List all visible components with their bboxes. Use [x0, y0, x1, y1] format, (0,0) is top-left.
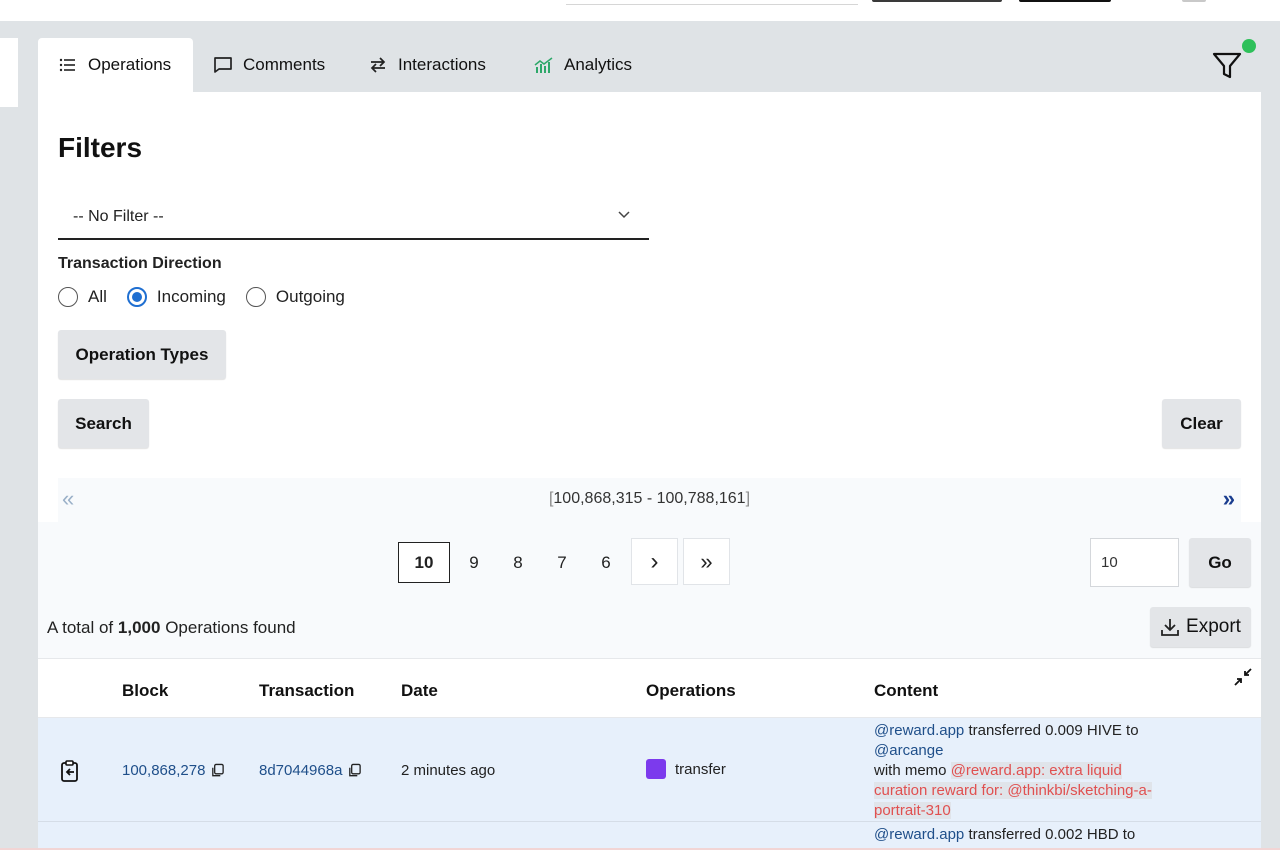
col-header-block: Block: [122, 681, 169, 700]
tab-analytics[interactable]: Analytics: [534, 38, 632, 92]
pagination: 10 9 8 7 6 › » Go: [38, 522, 1261, 592]
filter-active-dot: [1242, 39, 1256, 53]
transaction-cell: 8d7044968a: [259, 762, 362, 779]
account-link[interactable]: @reward.app: [874, 722, 964, 739]
filter-toggle-button[interactable]: [1210, 46, 1244, 82]
range-value: 100,868,315 - 100,788,161: [553, 490, 746, 507]
col-header-content: Content: [874, 681, 939, 700]
block-link[interactable]: 100,868,278: [122, 762, 205, 779]
operations-table-header: Block Transaction Date Operations Conten…: [38, 658, 1261, 718]
table-row: @reward.app transferred 0.002 HBD to: [38, 822, 1261, 850]
filters-title: Filters: [58, 132, 143, 163]
block-range-text: [100,868,315 - 100,788,161]: [58, 490, 1241, 508]
avatar-edge[interactable]: [1182, 0, 1206, 2]
clipboard-arrow-icon[interactable]: [58, 759, 82, 783]
page-button[interactable]: 8: [498, 542, 538, 583]
copy-icon[interactable]: [347, 763, 362, 778]
radio-circle[interactable]: [58, 287, 78, 307]
filter-icon: [1212, 52, 1242, 79]
col-header-transaction: Transaction: [259, 681, 355, 700]
operation-types-button[interactable]: Operation Types: [58, 330, 226, 379]
list-icon: [58, 55, 78, 75]
col-header-operations: Operations: [646, 681, 736, 700]
table-row: 100,868,278 8d7044968a 2 minutes ago tra…: [38, 718, 1261, 822]
block-cell: 100,868,278: [122, 762, 225, 779]
range-bracket-close: ]: [745, 490, 751, 507]
total-count: 1,000: [117, 618, 161, 637]
tab-label: Comments: [243, 55, 326, 74]
top-bar: [0, 0, 1280, 21]
total-prefix: A total of: [47, 618, 114, 637]
filter-select-value: -- No Filter --: [73, 208, 164, 225]
top-button-edge-dark[interactable]: [1019, 0, 1111, 2]
range-next-button[interactable]: »: [1223, 486, 1235, 512]
tab-label: Interactions: [398, 55, 486, 74]
export-label: Export: [1186, 616, 1241, 637]
direction-radio-group: All Incoming Outgoing: [58, 287, 365, 307]
comment-icon: [213, 55, 233, 75]
radio-label: Incoming: [156, 287, 226, 306]
operations-panel: Filters -- No Filter -- Transaction Dire…: [38, 92, 1261, 850]
col-header-date: Date: [401, 681, 438, 700]
operation-color-swatch: [646, 759, 666, 779]
tab-comments[interactable]: Comments: [213, 38, 325, 92]
radio-outgoing[interactable]: Outgoing: [245, 287, 345, 307]
radio-all[interactable]: All: [58, 287, 107, 307]
radio-circle[interactable]: [245, 287, 266, 307]
content-action: transferred 0.002 HBD to: [968, 826, 1136, 843]
export-button[interactable]: Export: [1150, 607, 1251, 647]
tab-interactions[interactable]: Interactions: [368, 38, 486, 92]
operation-cell: transfer: [646, 759, 726, 779]
page-button[interactable]: 9: [454, 542, 494, 583]
page-button[interactable]: 6: [586, 542, 626, 583]
date-cell: 2 minutes ago: [401, 762, 496, 779]
next-page-button[interactable]: ›: [631, 538, 678, 585]
download-icon: [1160, 617, 1180, 637]
block-range-bar: « [100,868,315 - 100,788,161] »: [58, 478, 1241, 522]
page-button-current[interactable]: 10: [398, 542, 450, 583]
clear-button[interactable]: Clear: [1162, 399, 1241, 448]
page-button[interactable]: 7: [542, 542, 582, 583]
tab-label: Analytics: [564, 55, 633, 74]
top-button-edge[interactable]: [872, 0, 1002, 2]
chevron-down-icon: [618, 211, 630, 219]
direction-label: Transaction Direction: [58, 255, 222, 272]
go-button[interactable]: Go: [1189, 538, 1251, 587]
content-cell: @reward.app transferred 0.009 HIVE to @a…: [874, 721, 1174, 821]
radio-label: Outgoing: [275, 287, 345, 306]
transaction-link[interactable]: 8d7044968a: [259, 762, 342, 779]
radio-label: All: [88, 287, 107, 306]
radio-incoming[interactable]: Incoming: [126, 287, 226, 307]
account-link[interactable]: @arcange: [874, 742, 943, 759]
collapse-arrows-icon[interactable]: [1233, 667, 1253, 687]
content-action: transferred 0.009 HIVE to: [968, 722, 1139, 739]
last-page-button[interactable]: »: [683, 538, 730, 585]
memo-label: with memo: [874, 762, 947, 779]
tab-label: Operations: [88, 55, 172, 74]
search-button[interactable]: Search: [58, 399, 149, 448]
page-number-input[interactable]: [1090, 538, 1179, 587]
content-cell: @reward.app transferred 0.002 HBD to: [874, 825, 1174, 845]
tabs-bar: Operations Comments Interactions Analyti…: [38, 38, 1261, 92]
account-link[interactable]: @reward.app: [874, 826, 964, 843]
results-summary-bar: A total of 1,000 Operations found Export: [38, 592, 1261, 658]
bar-chart-icon: [534, 55, 554, 75]
left-panel: [0, 38, 18, 850]
tab-operations[interactable]: Operations: [38, 38, 193, 92]
operation-name: transfer: [675, 760, 726, 778]
radio-circle-selected[interactable]: [126, 287, 147, 307]
total-suffix: Operations found: [165, 618, 296, 637]
filter-select[interactable]: -- No Filter --: [58, 192, 649, 240]
left-panel-card: [0, 38, 18, 107]
arrows-exchange-icon: [368, 55, 388, 75]
top-search-field-edge[interactable]: [566, 0, 858, 5]
total-operations-text: A total of 1,000 Operations found: [47, 618, 296, 638]
copy-icon[interactable]: [210, 763, 225, 778]
